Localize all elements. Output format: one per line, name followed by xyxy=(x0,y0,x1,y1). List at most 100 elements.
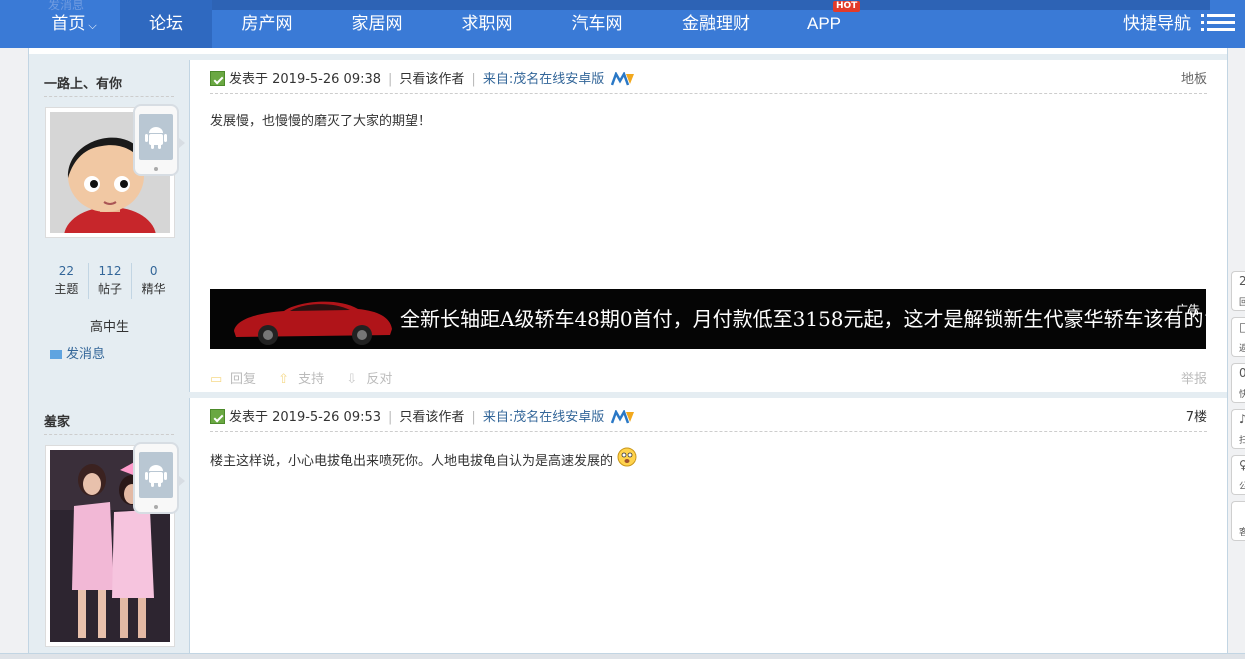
top-nav: 发消息 首页 ⌵ 论坛 房产网 家居网 求职网 汽车网 金融理财 APP HOT … xyxy=(0,0,1245,48)
float-quick-icon: 0 xyxy=(1239,366,1245,380)
chevron-down-icon: ⌵ xyxy=(88,20,97,32)
float-service-label: 客 xyxy=(1239,525,1245,538)
user-rank[interactable]: 高中生 xyxy=(29,316,190,335)
stat-posts-label: 帖子 xyxy=(98,282,123,296)
nav-item-auto[interactable]: 汽车网 xyxy=(552,0,642,48)
reply-label: 回复 xyxy=(230,372,257,387)
nav-item-home-label: 首页 xyxy=(51,14,86,33)
author-stats: 22 主题 112 帖子 0 精华 xyxy=(45,263,175,299)
app-logo-icon xyxy=(611,72,635,86)
nav-item-home-furnishing-label: 家居网 xyxy=(351,14,403,33)
car-image xyxy=(234,301,392,345)
float-scan-icon: ♪ xyxy=(1239,412,1245,426)
android-phone-icon xyxy=(133,442,179,514)
float-reply-label: 回 xyxy=(1239,295,1245,308)
float-back-button[interactable]: □返 xyxy=(1231,317,1245,357)
phone-tail xyxy=(179,138,185,148)
nav-item-finance[interactable]: 金融理财 xyxy=(670,0,762,48)
post-date: 发表于 2019-5-26 09:53 xyxy=(229,410,382,425)
send-message-label: 发消息 xyxy=(66,347,106,362)
nav-item-property-label: 房产网 xyxy=(241,14,293,33)
support-label: 支持 xyxy=(298,372,325,387)
nav-item-forum-label: 论坛 xyxy=(149,14,183,33)
bottom-bar xyxy=(0,653,1245,659)
author-name[interactable]: 一路上、有你 xyxy=(44,73,122,92)
stat-digest-label: 精华 xyxy=(141,282,166,296)
stat-posts-value: 112 xyxy=(98,264,122,278)
stat-digest-value: 0 xyxy=(149,264,158,278)
right-float-toolbar: 2回 □返 0快 ♪扫 ♀公 客 xyxy=(1231,271,1245,547)
only-author-link[interactable]: 只看该作者 xyxy=(399,410,464,425)
support-button[interactable]: ⇧ 支持 xyxy=(278,368,324,387)
nav-item-property[interactable]: 房产网 xyxy=(222,0,312,48)
post-content-text: 楼主这样说，小心电拔龟出来喷死你。人地电拔龟自认为是高速发展的 xyxy=(210,454,614,469)
online-status-icon xyxy=(210,409,225,424)
author-name[interactable]: 羞家 xyxy=(44,411,70,430)
android-icon xyxy=(145,465,167,487)
floor-number[interactable]: 7楼 xyxy=(1186,408,1207,428)
float-public-icon: ♀ xyxy=(1239,458,1245,472)
divider xyxy=(44,434,174,435)
stat-threads-label: 主题 xyxy=(54,282,79,296)
float-service-button[interactable]: 客 xyxy=(1231,501,1245,541)
hot-badge: HOT xyxy=(833,1,861,12)
oppose-label: 反对 xyxy=(366,372,393,387)
nav-item-home-furnishing[interactable]: 家居网 xyxy=(332,0,422,48)
float-reply-button[interactable]: 2回 xyxy=(1231,271,1245,311)
nav-item-jobs[interactable]: 求职网 xyxy=(442,0,532,48)
float-back-icon: □ xyxy=(1239,320,1245,334)
send-message-link[interactable]: 发消息 xyxy=(50,343,105,362)
float-reply-icon: 2 xyxy=(1239,274,1245,288)
report-link[interactable]: 举报 xyxy=(1181,368,1207,387)
post-content: 发展慢，也慢慢的磨灭了大家的期望！ xyxy=(210,114,432,129)
author-sidebar: 一路上、有你 22 主题 112 帖子 0 精华 高中生 发消息 xyxy=(29,60,190,396)
float-public-label: 公 xyxy=(1239,479,1245,492)
menu-list-icon[interactable] xyxy=(1201,14,1235,34)
mail-icon xyxy=(50,350,62,359)
post-date: 发表于 2019-5-26 09:38 xyxy=(229,72,382,87)
float-public-button[interactable]: ♀公 xyxy=(1231,455,1245,495)
post-header: 发表于 2019-5-26 09:53 | 只看该作者 | 来自:茂名在线安卓版 7楼 xyxy=(210,408,1207,432)
nav-item-jobs-label: 求职网 xyxy=(461,14,513,33)
float-quick-button[interactable]: 0快 xyxy=(1231,363,1245,403)
post-actions: ▭ 回复 ⇧ 支持 ⇩ 反对 举报 xyxy=(210,368,1207,387)
phone-tail xyxy=(179,476,185,486)
float-quick-label: 快 xyxy=(1239,387,1245,400)
emoji-icon xyxy=(617,447,637,467)
author-sidebar: 羞家 xyxy=(29,398,190,659)
post-source-link[interactable]: 来自:茂名在线安卓版 xyxy=(483,72,604,87)
thumb-up-icon: ⇧ xyxy=(278,372,290,387)
only-author-link[interactable]: 只看该作者 xyxy=(399,72,464,87)
nav-item-forum[interactable]: 论坛 xyxy=(120,0,212,48)
ad-label: 广告 xyxy=(1175,303,1200,317)
stat-digest[interactable]: 0 精华 xyxy=(132,263,175,299)
post-source-link[interactable]: 来自:茂名在线安卓版 xyxy=(483,410,604,425)
online-status-icon xyxy=(210,71,225,86)
post-separator xyxy=(29,54,1227,60)
reply-button[interactable]: ▭ 回复 xyxy=(210,368,256,387)
stat-threads[interactable]: 22 主题 xyxy=(45,263,89,299)
quick-nav-label: 快捷导航 xyxy=(1123,14,1191,34)
divider xyxy=(44,96,174,97)
floor-number[interactable]: 地板 xyxy=(1181,70,1207,90)
android-icon xyxy=(145,127,167,149)
nav-item-app-label: APP xyxy=(806,14,842,33)
nav-item-home[interactable]: 首页 ⌵ xyxy=(28,0,120,48)
quick-nav-button[interactable]: 快捷导航 xyxy=(1123,0,1191,48)
app-logo-icon xyxy=(611,410,635,424)
car-ad-banner[interactable]: 全新长轴距A级轿车48期0首付，月付款低至3158元起，这才是解锁新生代豪华轿车… xyxy=(210,289,1206,349)
thumb-down-icon: ⇩ xyxy=(346,372,358,387)
thread-main: 一路上、有你 22 主题 112 帖子 0 精华 高中生 发消息 发表于 201… xyxy=(28,48,1228,659)
ad-text: 全新长轴距A级轿车48期0首付，月付款低至3158元起，这才是解锁新生代豪华轿车… xyxy=(400,307,1206,331)
post-separator xyxy=(29,392,1227,398)
android-phone-icon xyxy=(133,104,179,176)
float-scan-button[interactable]: ♪扫 xyxy=(1231,409,1245,449)
float-back-label: 返 xyxy=(1239,341,1245,354)
post-content: 楼主这样说，小心电拔龟出来喷死你。人地电拔龟自认为是高速发展的 xyxy=(210,447,637,469)
post-header: 发表于 2019-5-26 09:38 | 只看该作者 | 来自:茂名在线安卓版 地板 xyxy=(210,70,1207,94)
nav-item-auto-label: 汽车网 xyxy=(571,14,623,33)
oppose-button[interactable]: ⇩ 反对 xyxy=(346,368,392,387)
stat-posts[interactable]: 112 帖子 xyxy=(89,263,133,299)
float-scan-label: 扫 xyxy=(1239,433,1245,446)
nav-item-finance-label: 金融理财 xyxy=(682,14,750,33)
